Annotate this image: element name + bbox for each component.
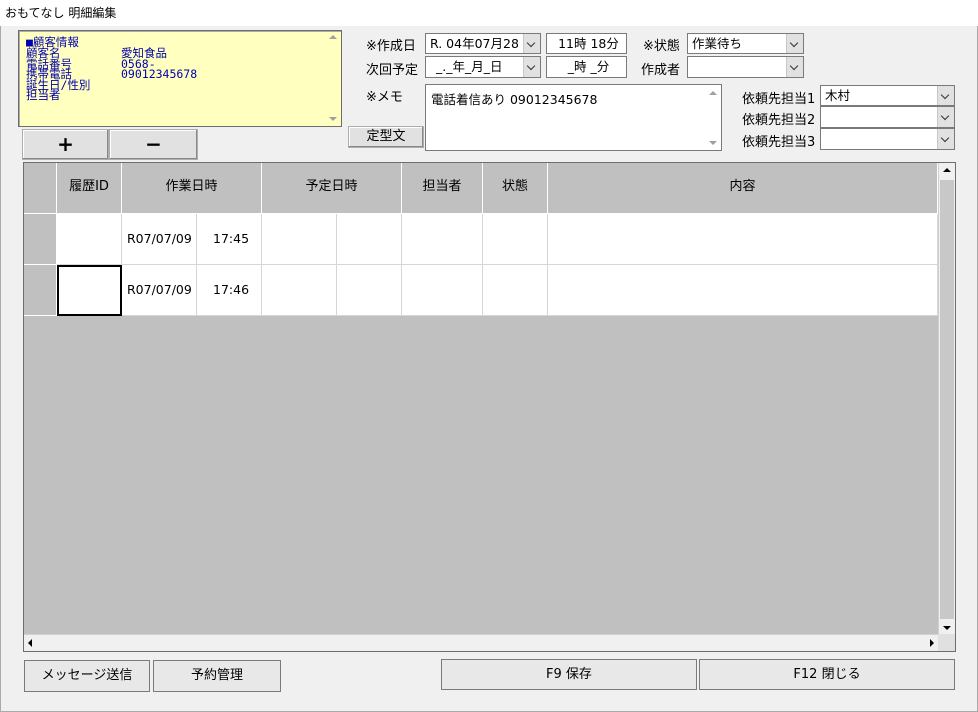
creator-label: 作成者 [641,63,681,78]
scroll-up-icon [329,35,337,39]
cell-history-id[interactable] [57,214,122,265]
cell-work-time[interactable]: 17:46 [197,265,262,316]
cell-plan-date[interactable] [262,214,337,265]
scroll-down-icon[interactable] [943,626,951,630]
creator-combo[interactable] [687,56,804,78]
memo-textarea[interactable]: 電話着信あり 09012345678 [425,84,722,151]
customer-info-panel: ■顧客情報 顧客名 電話番号 携帯電話 誕生日/性別 担当者 愛知食品 0568… [18,30,342,127]
chevron-down-icon[interactable] [786,34,803,53]
scroll-right-icon[interactable] [930,639,934,647]
assignee1-value: 木村 [825,88,851,103]
close-button[interactable]: F12 閉じる [699,659,955,690]
cell-staff[interactable] [402,214,483,265]
remove-row-button[interactable]: − [109,129,198,160]
chevron-down-icon[interactable] [937,129,954,149]
chevron-down-icon[interactable] [937,86,954,105]
cell-content[interactable] [548,214,938,265]
send-message-button[interactable]: メッセージ送信 [24,660,150,692]
status-combo[interactable]: 作業待ち [687,33,804,54]
info-scrollbar[interactable] [327,33,339,125]
created-date-value: R. 04年07月28 [430,36,519,51]
cell-work-time[interactable]: 17:45 [197,214,262,265]
memo-value: 電話着信あり 09012345678 [431,92,598,107]
cell-plan-date[interactable] [262,265,337,316]
cell-status[interactable] [483,265,548,316]
add-row-button[interactable]: + [22,129,109,160]
window-title: おもてなし 明細編集 [0,0,978,26]
history-grid[interactable]: 履歴ID 作業日時 予定日時 担当者 状態 内容 R07/07/09 17:45… [23,162,956,652]
chevron-down-icon[interactable] [523,34,540,53]
cell-history-id-selected[interactable] [57,265,122,316]
cell-work-date[interactable]: R07/07/09 [122,265,197,316]
chevron-down-icon[interactable] [937,107,954,127]
template-text-button[interactable]: 定型文 [348,126,424,148]
assignee1-combo[interactable]: 木村 [820,85,955,106]
mobile-value: 09012345678 [121,67,198,81]
next-time-field[interactable]: _時 _分 [546,56,627,78]
chevron-down-icon[interactable] [786,57,803,77]
grid-horizontal-scrollbar[interactable] [24,634,938,651]
scroll-thumb[interactable] [940,180,954,619]
reservation-management-button[interactable]: 予約管理 [153,660,281,692]
status-value: 作業待ち [692,36,743,51]
chevron-down-icon[interactable] [523,57,540,77]
next-date-label: 次回予定 [366,63,419,78]
cell-work-date[interactable]: R07/07/09 [122,214,197,265]
grid-vertical-scrollbar[interactable] [938,163,955,635]
cell-content[interactable] [548,265,938,316]
scroll-left-icon[interactable] [28,639,32,647]
memo-label: ※メモ [366,90,403,105]
status-label: ※状態 [643,39,680,54]
assignee3-label: 依頼先担当3 [742,135,816,150]
cell-plan-time[interactable] [337,265,402,316]
column-header-content[interactable]: 内容 [548,163,938,214]
column-header-staff[interactable]: 担当者 [402,163,483,214]
grid-corner-header[interactable] [24,163,57,214]
scroll-down-icon [709,141,717,145]
cell-plan-time[interactable] [337,214,402,265]
cell-status[interactable] [483,214,548,265]
staff-label: 担当者 [26,88,61,102]
scroll-down-icon [329,117,337,121]
assignee2-combo[interactable] [820,106,955,128]
row-header[interactable] [24,265,57,316]
next-date-combo[interactable]: _._年_月_日 [425,56,541,78]
assignee2-label: 依頼先担当2 [742,113,816,128]
scroll-up-icon[interactable] [943,168,951,172]
column-header-status[interactable]: 状態 [483,163,548,214]
column-header-history-id[interactable]: 履歴ID [57,163,122,214]
memo-scrollbar[interactable] [707,85,721,150]
scroll-corner [938,634,955,651]
assignee1-label: 依頼先担当1 [742,92,816,107]
assignee3-combo[interactable] [820,128,955,150]
created-date-combo[interactable]: R. 04年07月28 [425,33,541,54]
column-header-work-datetime[interactable]: 作業日時 [122,163,262,214]
save-button[interactable]: F9 保存 [441,659,697,690]
created-time-field[interactable]: 11時 18分 [546,33,627,54]
next-date-value: _._年_月_日 [436,59,503,74]
created-date-label: ※作成日 [366,39,416,54]
cell-staff[interactable] [402,265,483,316]
scroll-up-icon [709,91,717,95]
column-header-plan-datetime[interactable]: 予定日時 [262,163,402,214]
row-header[interactable] [24,214,57,265]
